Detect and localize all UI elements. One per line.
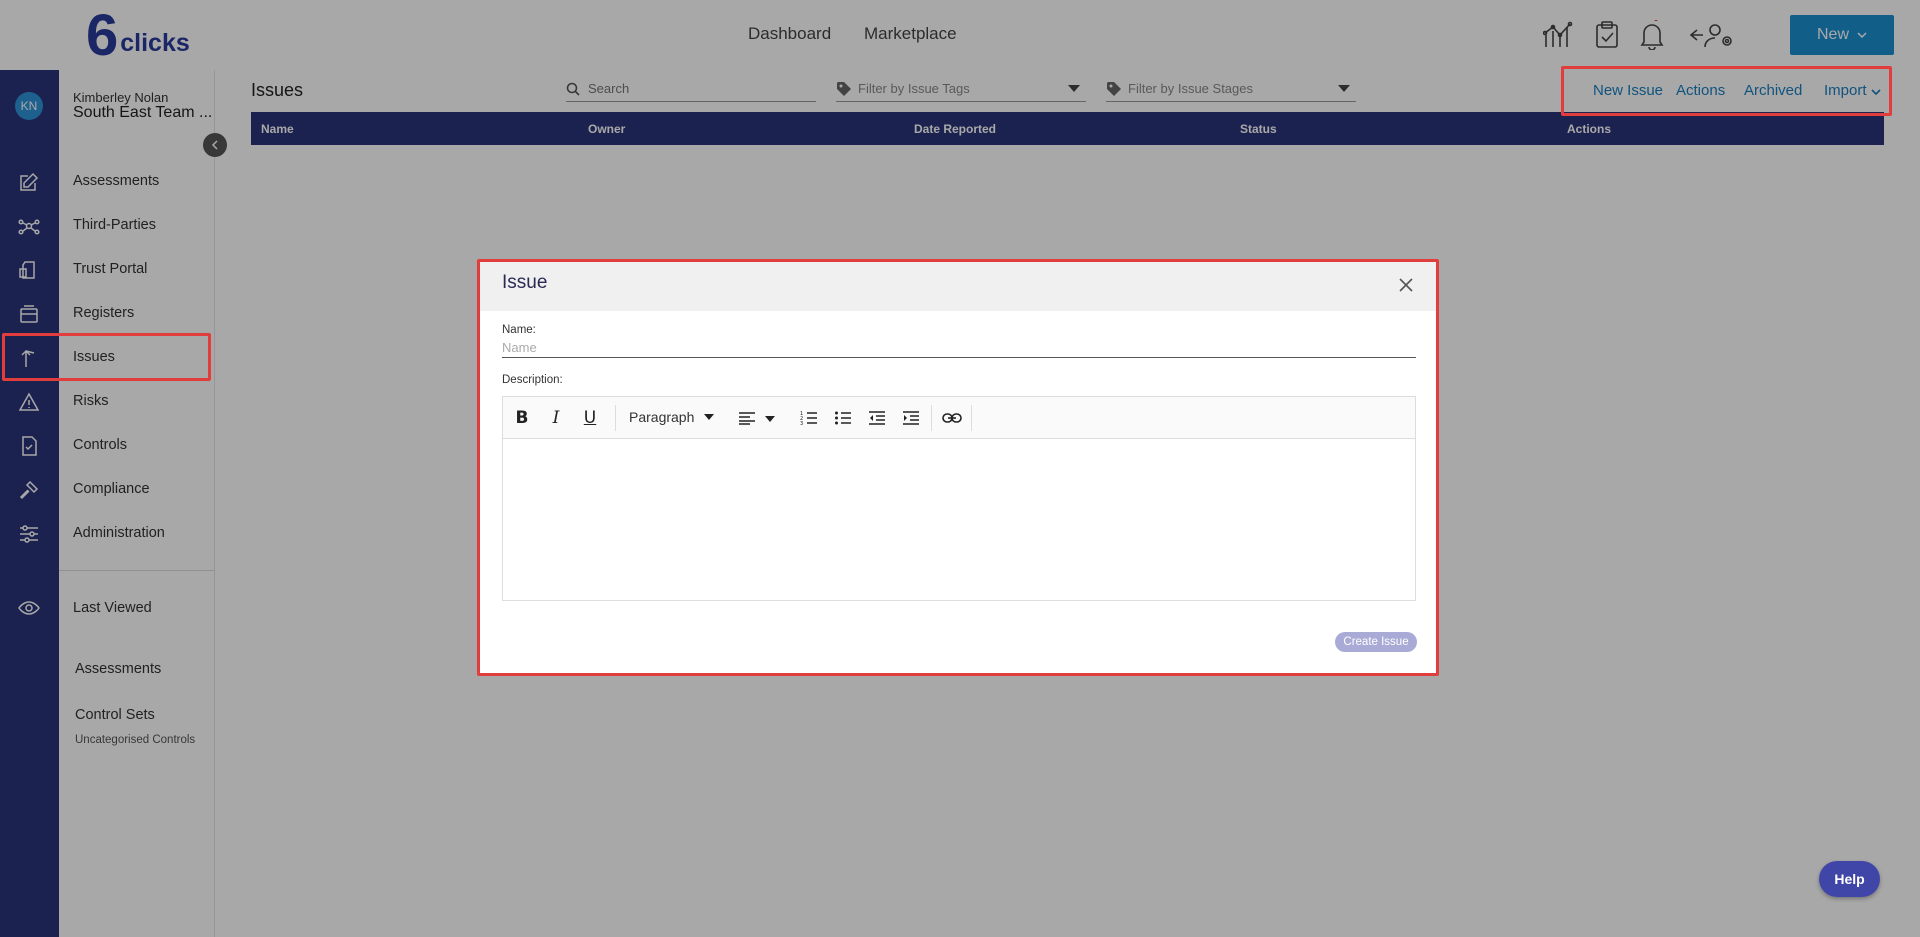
help-button[interactable]: Help [1819, 861, 1880, 897]
issues-nav-highlight-frame [2, 333, 211, 381]
actions-highlight-frame [1561, 66, 1892, 116]
modal-highlight-frame [477, 259, 1439, 676]
